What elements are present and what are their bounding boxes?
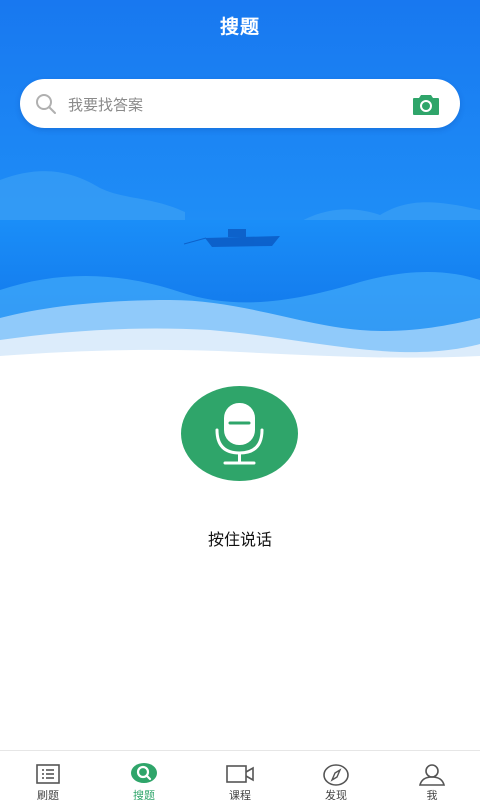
lake-illustration [0,0,480,370]
search-icon [36,94,56,114]
voice-search-button[interactable] [181,386,298,481]
tab-me[interactable]: 我 [384,751,480,800]
page-title: 搜题 [219,16,260,38]
compass-icon [323,764,349,786]
tab-discover[interactable]: 发现 [288,751,384,800]
bottom-tab-bar: 刷题 搜题 课程 发现 我 [0,750,480,800]
tab-practice[interactable]: 刷题 [0,751,96,800]
tab-label: 搜题 [133,789,155,800]
tab-label: 我 [426,789,438,800]
video-camera-icon [226,765,254,783]
hero-background [0,0,480,370]
microphone-icon [215,403,264,465]
tab-courses[interactable]: 课程 [192,751,288,800]
list-icon [36,764,60,784]
voice-hint-label: 按住说话 [207,530,272,549]
search-input[interactable]: 我要找答案 [20,79,460,128]
tab-search[interactable]: 搜题 [96,751,192,800]
search-placeholder: 我要找答案 [68,96,144,114]
tab-label: 刷题 [37,789,59,800]
person-icon [418,764,446,786]
tab-label: 课程 [229,789,251,800]
camera-icon[interactable] [412,92,440,116]
tab-label: 发现 [325,789,347,800]
search-bubble-icon [131,763,157,783]
